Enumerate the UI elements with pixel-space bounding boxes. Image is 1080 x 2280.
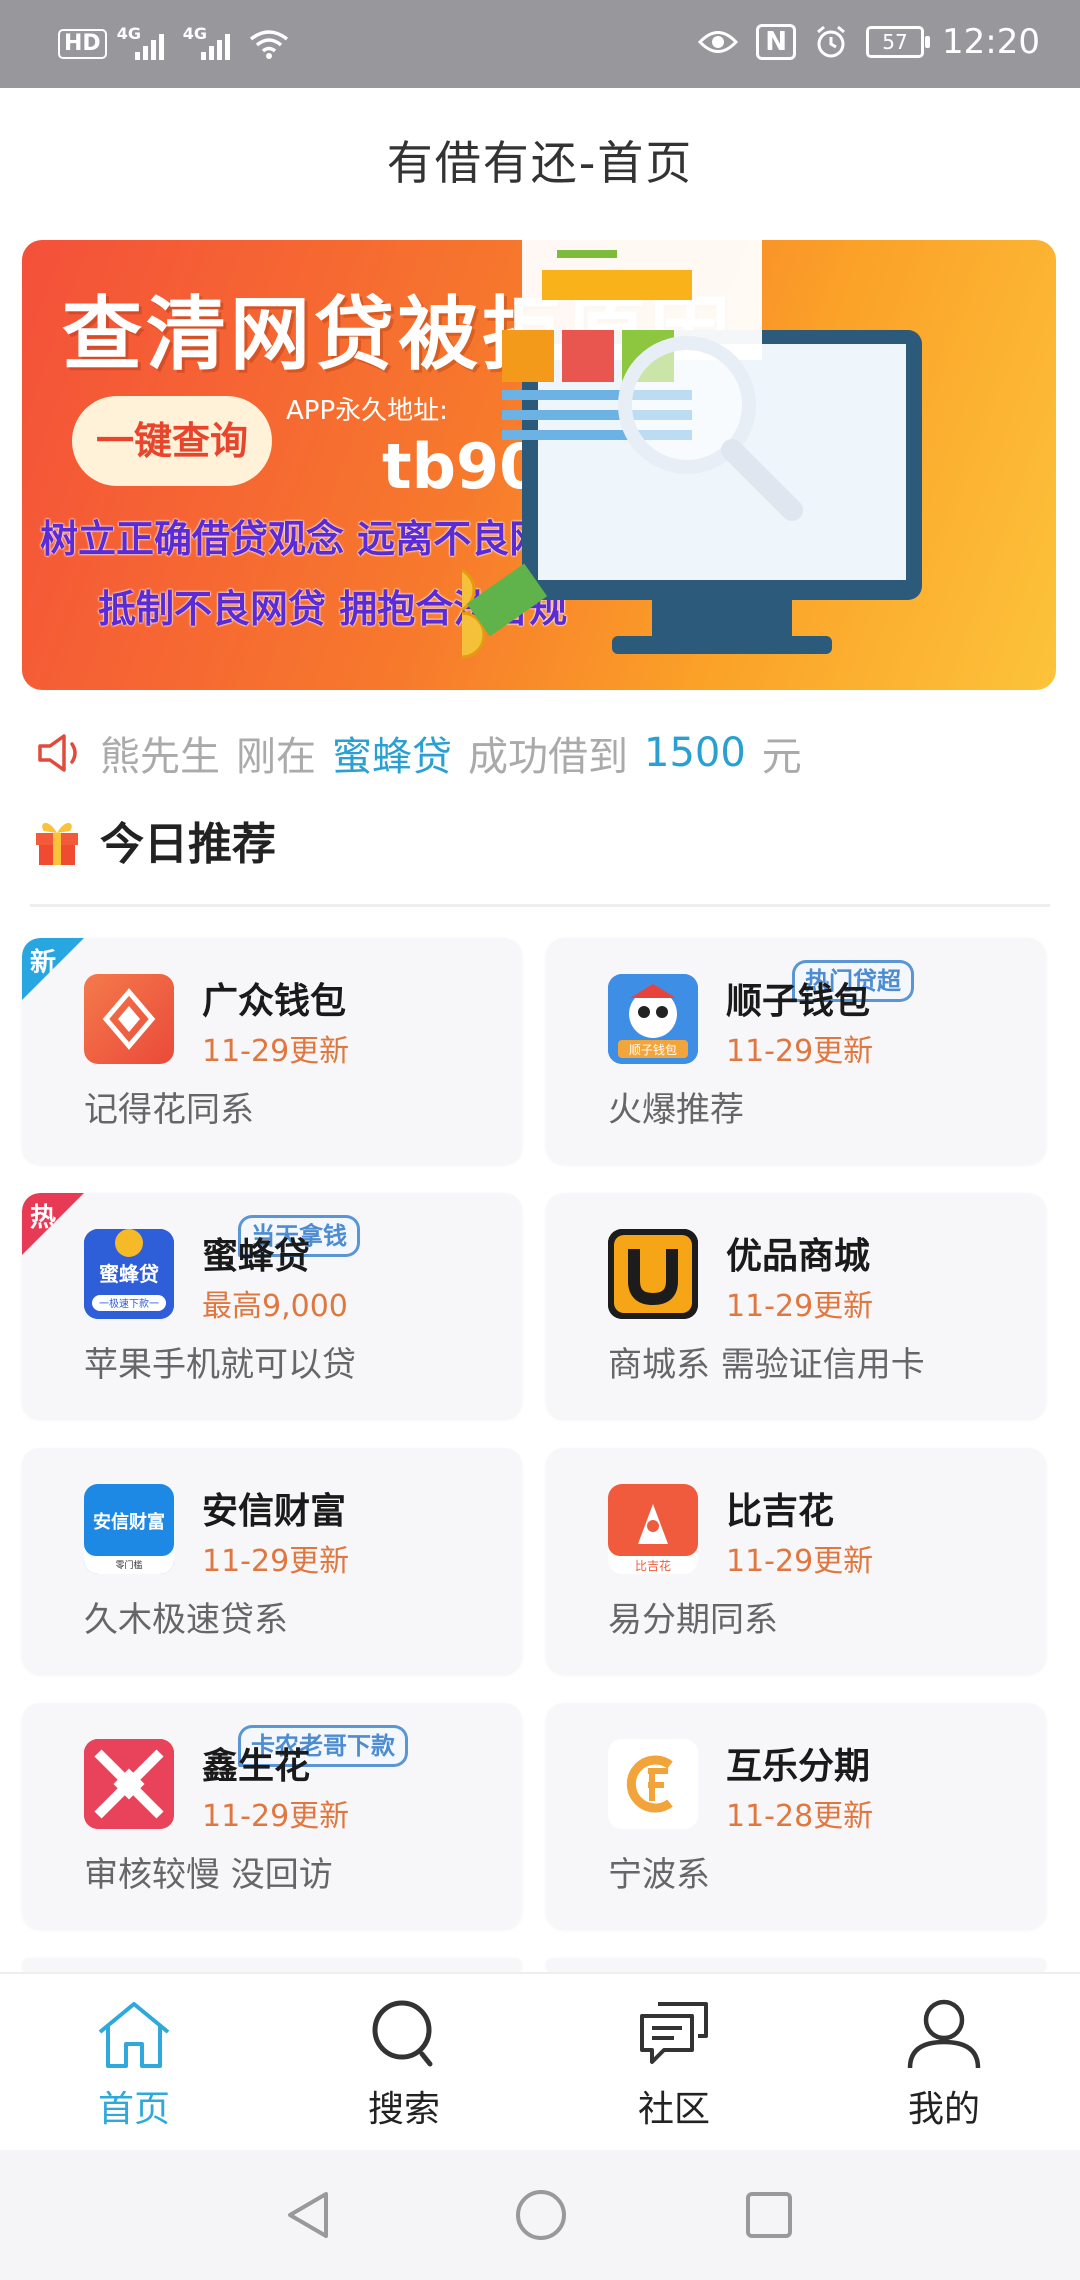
- computer-illustration: [462, 240, 922, 659]
- product-name: 顺子钱包: [726, 981, 871, 1022]
- gift-icon: [36, 822, 78, 865]
- divider: [30, 904, 1050, 907]
- signal-icon: 4G: [117, 24, 173, 62]
- product-desc: 商城系 需验证信用卡: [608, 1345, 925, 1385]
- product-name: 互乐分期: [726, 1746, 871, 1787]
- product-desc: 记得花同系: [84, 1090, 254, 1130]
- battery-icon: 57: [866, 26, 931, 58]
- product-card-hule[interactable]: 互乐分期 11-28更新 宁波系: [546, 1703, 1046, 1929]
- speaker-icon: [38, 734, 77, 772]
- tab-search[interactable]: 搜索: [324, 1998, 484, 2132]
- eye-icon: [698, 31, 739, 53]
- product-desc: 审核较慢 没回访: [84, 1855, 333, 1895]
- svg-text:顺子钱包: 顺子钱包: [629, 1042, 677, 1057]
- mifengdai-logo-icon: 蜜蜂贷 一极速下款一: [84, 1229, 174, 1319]
- system-nav-bar: [0, 2150, 1080, 2280]
- product-desc: 苹果手机就可以贷: [84, 1345, 356, 1385]
- bijihua-logo-icon: 比吉花: [608, 1484, 698, 1574]
- svg-text:比吉花: 比吉花: [635, 1558, 671, 1573]
- section-header: 今日推荐: [30, 808, 276, 872]
- product-card-partial[interactable]: [546, 1958, 1046, 1972]
- product-name: 安信财富: [202, 1491, 347, 1532]
- chat-icon: [640, 2002, 708, 2064]
- page-header: 有借有还-首页: [0, 88, 1080, 238]
- hot-corner-badge: 热: [22, 1193, 84, 1255]
- product-card-anxin[interactable]: 安信财富零门槛 安信财富 11-29更新 久木极速贷系: [22, 1448, 522, 1674]
- product-name: 蜜蜂贷: [202, 1236, 311, 1277]
- clock: 12:20: [942, 22, 1040, 62]
- bottom-tab-bar: 首页 搜索 社区 我的: [0, 1972, 1080, 2152]
- notice-text-2: 成功借到: [468, 734, 628, 780]
- nfc-icon: N: [756, 24, 797, 60]
- svg-text:安信财富: 安信财富: [93, 1511, 165, 1533]
- recents-icon[interactable]: [744, 2190, 794, 2240]
- hule-logo-icon: [608, 1739, 698, 1829]
- product-card-xinshenghua[interactable]: 卡农老哥下款 鑫生花 11-29更新 审核较慢 没回访: [22, 1703, 522, 1929]
- xinshenghua-logo-icon: [84, 1739, 174, 1829]
- product-max-amount: 最高9,000: [202, 1289, 348, 1324]
- back-icon[interactable]: [282, 2188, 332, 2242]
- notice-amount: 1500: [644, 730, 746, 776]
- product-card-shunzi[interactable]: 顺子钱包 热门贷超 顺子钱包 11-29更新 火爆推荐: [546, 938, 1046, 1164]
- tab-home[interactable]: 首页: [54, 1998, 214, 2132]
- product-update: 11-29更新: [202, 1544, 350, 1579]
- svg-text:零门槛: 零门槛: [115, 1559, 142, 1571]
- product-desc: 火爆推荐: [608, 1090, 744, 1130]
- anxin-logo-icon: 安信财富 零门槛: [84, 1484, 174, 1574]
- promo-banner[interactable]: 查清网贷被拒原因 一键查询 APP永久地址: tb901.cn 树立正确借贷观念…: [22, 240, 1056, 690]
- guangzhong-logo-icon: [84, 974, 174, 1064]
- product-name: 鑫生花: [202, 1746, 311, 1787]
- product-card-guangzhong[interactable]: 新 广众钱包 11-29更新 记得花同系: [22, 938, 522, 1164]
- home-icon: [98, 2002, 170, 2068]
- tab-community[interactable]: 社区: [594, 1998, 754, 2132]
- search-icon: [372, 2000, 433, 2067]
- loan-notice-ticker: 熊先生 刚在 蜜蜂贷 成功借到 1500 元: [36, 724, 802, 782]
- notice-unit: 元: [761, 734, 802, 780]
- product-update: 11-29更新: [726, 1544, 874, 1579]
- product-update: 11-29更新: [202, 1034, 350, 1069]
- product-update: 11-29更新: [726, 1289, 874, 1324]
- shunzi-logo-icon: 顺子钱包: [608, 974, 698, 1064]
- tab-mine[interactable]: 我的: [864, 1998, 1024, 2132]
- product-update: 11-29更新: [202, 1799, 350, 1834]
- notice-text-1: 刚在: [236, 734, 316, 780]
- product-card-youpin[interactable]: 优品商城 11-29更新 商城系 需验证信用卡: [546, 1193, 1046, 1419]
- new-corner-badge: 新: [22, 938, 84, 1000]
- product-desc: 久木极速贷系: [84, 1600, 288, 1640]
- notice-name: 熊先生: [100, 734, 220, 780]
- product-desc: 宁波系: [608, 1855, 710, 1895]
- alarm-icon: [817, 25, 845, 58]
- wifi-icon: [249, 30, 288, 59]
- svg-text:一极速下款一: 一极速下款一: [99, 1297, 159, 1310]
- product-name: 比吉花: [726, 1491, 835, 1532]
- banner-address-label: APP永久地址:: [286, 396, 448, 426]
- home-circle-icon[interactable]: [514, 2188, 568, 2242]
- notice-platform: 蜜蜂贷: [332, 734, 452, 780]
- product-card-mifengdai[interactable]: 热 蜜蜂贷 一极速下款一 当天拿钱 蜜蜂贷 最高9,000 苹果手机就可以贷: [22, 1193, 522, 1419]
- one-click-query-button[interactable]: 一键查询: [72, 396, 272, 486]
- product-card-partial[interactable]: [22, 1958, 522, 1972]
- svg-text:蜜蜂贷: 蜜蜂贷: [99, 1262, 159, 1286]
- section-title: 今日推荐: [100, 819, 276, 870]
- product-name: 广众钱包: [202, 981, 347, 1022]
- hd-indicator: HD: [58, 29, 107, 59]
- product-name: 优品商城: [726, 1236, 871, 1277]
- youpin-logo-icon: [608, 1229, 698, 1319]
- page-title: 有借有还-首页: [386, 136, 694, 190]
- signal-icon-2: 4G: [183, 24, 239, 62]
- product-update: 11-28更新: [726, 1799, 874, 1834]
- status-bar: HD 4G 4G N 57 12:20: [0, 0, 1080, 88]
- product-desc: 易分期同系: [608, 1600, 778, 1640]
- user-icon: [907, 1999, 981, 2069]
- product-card-bijihua[interactable]: 比吉花 比吉花 11-29更新 易分期同系: [546, 1448, 1046, 1674]
- product-update: 11-29更新: [726, 1034, 874, 1069]
